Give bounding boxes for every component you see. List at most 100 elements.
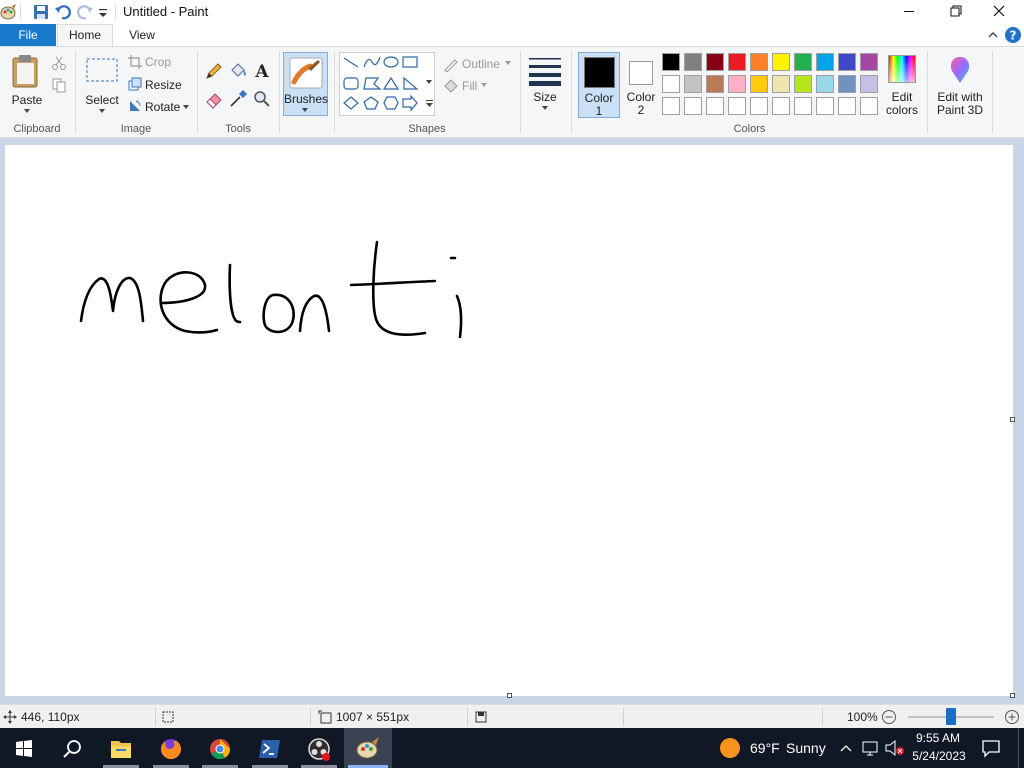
close-icon[interactable] (976, 0, 1022, 24)
redo-icon[interactable] (76, 3, 94, 21)
firefox-icon[interactable] (151, 732, 191, 766)
palette-swatch[interactable] (860, 97, 878, 115)
palette-swatch[interactable] (750, 53, 768, 71)
palette-swatch[interactable] (728, 75, 746, 93)
color2-button[interactable]: Color 2 (621, 52, 661, 118)
zoom-out-icon[interactable] (881, 709, 897, 725)
palette-swatch[interactable] (684, 97, 702, 115)
rotate-dropdown-icon[interactable] (182, 104, 190, 110)
drawing-canvas[interactable] (5, 145, 1015, 698)
palette-swatch[interactable] (838, 75, 856, 93)
resize-label[interactable]: Resize (145, 78, 182, 92)
edit-with-paint3d-button[interactable]: Edit with Paint 3D (930, 52, 990, 118)
weather-sun-icon[interactable] (718, 736, 742, 760)
obs-icon[interactable] (299, 732, 339, 766)
fill-dropdown-icon[interactable] (480, 82, 488, 88)
canvas-resize-handle-bottom[interactable] (507, 693, 512, 698)
fill-icon[interactable] (443, 78, 459, 94)
crop-icon[interactable] (128, 55, 142, 69)
notification-center-icon[interactable] (980, 737, 1002, 759)
taskbar-item-paint-active[interactable] (344, 728, 392, 768)
canvas-resize-handle-right[interactable] (1010, 417, 1015, 422)
show-hidden-icons-icon[interactable] (838, 740, 854, 756)
weather-temp[interactable]: 69°F (750, 740, 780, 756)
palette-swatch[interactable] (662, 53, 680, 71)
palette-swatch[interactable] (706, 97, 724, 115)
palette-swatch[interactable] (662, 97, 680, 115)
palette-swatch[interactable] (728, 53, 746, 71)
palette-swatch[interactable] (772, 75, 790, 93)
palette-swatch[interactable] (860, 75, 878, 93)
volume-muted-icon[interactable] (884, 739, 906, 757)
palette-swatch[interactable] (816, 75, 834, 93)
paint-app-icon[interactable] (0, 3, 18, 21)
cut-icon[interactable] (51, 55, 67, 71)
outline-dropdown-icon[interactable] (504, 60, 512, 66)
undo-icon[interactable] (54, 3, 72, 21)
palette-swatch[interactable] (772, 97, 790, 115)
start-icon[interactable] (4, 732, 44, 766)
rotate-label[interactable]: Rotate (145, 100, 180, 114)
palette-swatch[interactable] (794, 97, 812, 115)
shapes-more-icon[interactable] (425, 99, 434, 110)
fill-bucket-icon[interactable] (228, 61, 248, 81)
fill-label[interactable]: Fill (462, 79, 477, 93)
chrome-icon[interactable] (200, 732, 240, 766)
palette-swatch[interactable] (816, 53, 834, 71)
palette-swatch[interactable] (838, 53, 856, 71)
outline-icon[interactable] (443, 56, 459, 72)
weather-description[interactable]: Sunny (786, 740, 826, 756)
copy-icon[interactable] (51, 77, 67, 93)
zoom-in-icon[interactable] (1004, 709, 1020, 725)
palette-swatch[interactable] (750, 75, 768, 93)
minimize-icon[interactable] (886, 0, 932, 24)
palette-swatch[interactable] (816, 97, 834, 115)
paste-button[interactable]: Paste (6, 51, 48, 121)
clock-time[interactable]: 9:55 AM (916, 731, 960, 745)
select-button[interactable]: Select (82, 51, 122, 121)
powershell-icon[interactable] (250, 732, 290, 766)
tab-file[interactable]: File (0, 24, 56, 46)
show-desktop-button[interactable] (1018, 728, 1019, 768)
canvas-resize-handle-corner[interactable] (1010, 693, 1015, 698)
zoom-slider-thumb[interactable] (946, 708, 956, 725)
palette-swatch[interactable] (750, 97, 768, 115)
palette-swatch[interactable] (860, 53, 878, 71)
palette-swatch[interactable] (706, 75, 724, 93)
palette-swatch[interactable] (772, 53, 790, 71)
edit-colors-button[interactable]: Edit colors (884, 52, 922, 118)
brushes-button[interactable]: Brushes (283, 52, 328, 116)
network-icon[interactable] (861, 739, 879, 757)
save-icon[interactable] (32, 3, 50, 21)
pencil-icon[interactable] (204, 61, 224, 81)
palette-swatch[interactable] (662, 75, 680, 93)
resize-icon[interactable] (128, 77, 142, 91)
customize-quick-access-icon[interactable] (96, 3, 110, 21)
palette-swatch[interactable] (684, 75, 702, 93)
rotate-icon[interactable] (128, 99, 142, 113)
palette-swatch[interactable] (684, 53, 702, 71)
color-picker-icon[interactable] (228, 89, 248, 109)
palette-swatch[interactable] (794, 75, 812, 93)
shapes-gallery[interactable] (339, 52, 435, 116)
text-tool-icon[interactable]: A (252, 61, 272, 81)
maximize-icon[interactable] (932, 0, 978, 24)
shapes-scroll-icon[interactable] (425, 77, 433, 87)
search-icon[interactable] (52, 732, 92, 766)
eraser-icon[interactable] (204, 89, 224, 109)
crop-label[interactable]: Crop (145, 55, 171, 69)
outline-label[interactable]: Outline (462, 57, 500, 71)
tab-home[interactable]: Home (57, 24, 113, 46)
clock-date[interactable]: 5/24/2023 (910, 749, 968, 763)
tab-view[interactable]: View (116, 24, 168, 46)
palette-swatch[interactable] (794, 53, 812, 71)
color1-button[interactable]: Color 1 (578, 52, 620, 118)
help-icon[interactable]: ? (1004, 26, 1022, 44)
palette-swatch[interactable] (838, 97, 856, 115)
magnifier-icon[interactable] (252, 89, 272, 109)
palette-swatch[interactable] (706, 53, 724, 71)
collapse-ribbon-icon[interactable] (986, 28, 1000, 42)
palette-swatch[interactable] (728, 97, 746, 115)
file-explorer-icon[interactable] (101, 732, 141, 766)
size-button[interactable]: Size (524, 52, 566, 116)
